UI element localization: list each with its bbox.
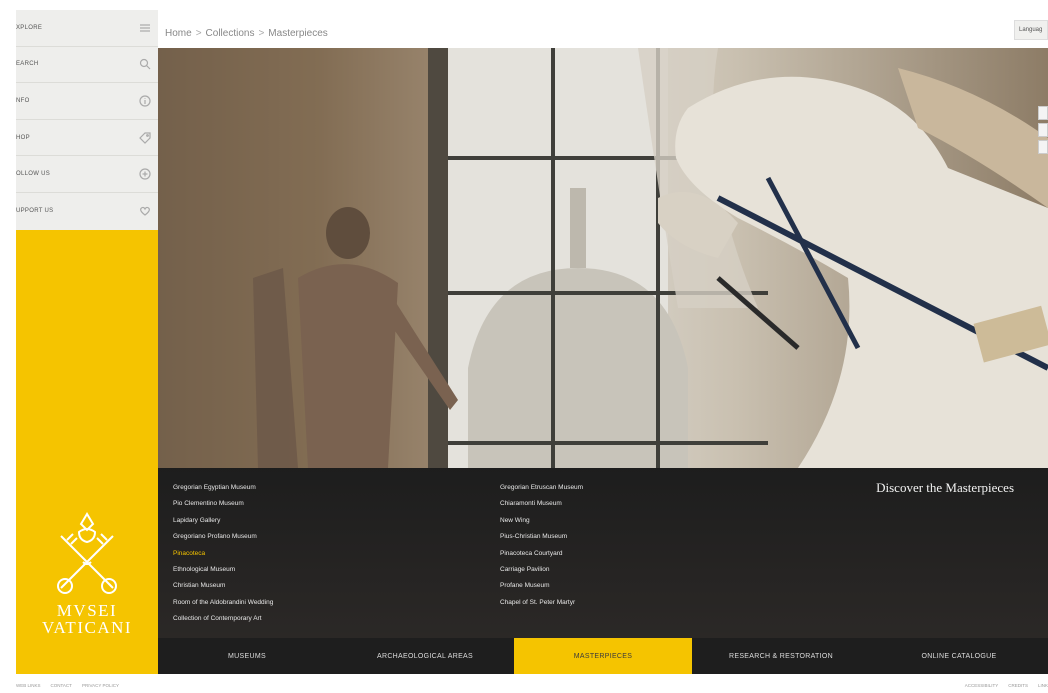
hero-illustration <box>158 48 1048 468</box>
collection-link[interactable]: Chiaramonti Museum <box>500 496 583 512</box>
tag-icon <box>138 131 152 145</box>
logo-text-line2: VATICANI <box>41 618 133 637</box>
footer-link[interactable]: WEB LINKS <box>16 683 41 688</box>
tab-masterpieces[interactable]: MASTERPIECES <box>514 638 692 674</box>
footer-link[interactable]: CONTACT <box>51 683 72 688</box>
breadcrumb: Home > Collections > Masterpieces <box>165 28 328 39</box>
sidebar-item-label: NFO <box>16 97 30 104</box>
info-icon <box>138 94 152 108</box>
fullscreen-button[interactable] <box>1038 140 1048 154</box>
plus-circle-icon <box>138 167 152 181</box>
menu-lines-icon <box>138 21 152 35</box>
collection-link[interactable]: Pius-Christian Museum <box>500 529 583 545</box>
footer-links-right: ACCESSIBILITY CREDITS LINK <box>965 683 1048 688</box>
heart-icon <box>138 204 152 218</box>
crossed-keys-icon <box>57 512 117 594</box>
footer-link[interactable]: LINK <box>1038 683 1048 688</box>
footer-links-left: WEB LINKS CONTACT PRIVACY POLICY <box>16 683 119 688</box>
logo-text-line1: MVSEI <box>56 601 118 620</box>
collection-link[interactable]: Gregoriano Profano Museum <box>173 529 273 545</box>
sidebar-item-search[interactable]: EARCH <box>16 47 158 84</box>
sidebar-item-label: XPLORE <box>16 24 43 31</box>
bottom-nav: MUSEUMS ARCHAEOLOGICAL AREAS MASTERPIECE… <box>158 638 1048 674</box>
collection-link[interactable]: Chapel of St. Peter Martyr <box>500 595 583 611</box>
image-controls <box>1038 106 1048 157</box>
collection-link[interactable]: Collection of Contemporary Art <box>173 611 273 627</box>
language-selector[interactable]: Languag <box>1014 20 1048 40</box>
sidebar-item-explore[interactable]: XPLORE <box>16 10 158 47</box>
sidebar: XPLORE EARCH NFO HOP OLLOW US UPPORT US … <box>16 10 158 674</box>
collection-link[interactable]: Gregorian Egyptian Museum <box>173 480 273 496</box>
sidebar-item-support-us[interactable]: UPPORT US <box>16 193 158 230</box>
footer-link[interactable]: PRIVACY POLICY <box>82 683 119 688</box>
sidebar-item-label: UPPORT US <box>16 208 54 215</box>
sidebar-item-shop[interactable]: HOP <box>16 120 158 157</box>
hero-image <box>158 48 1048 468</box>
panel-title: Discover the Masterpieces <box>876 480 1014 495</box>
breadcrumb-separator: > <box>195 28 202 39</box>
sidebar-item-label: EARCH <box>16 61 39 68</box>
footer-link[interactable]: CREDITS <box>1008 683 1028 688</box>
tab-online-catalogue[interactable]: ONLINE CATALOGUE <box>870 638 1048 674</box>
collection-link[interactable]: New Wing <box>500 513 583 529</box>
zoom-in-button[interactable] <box>1038 106 1048 120</box>
collection-link[interactable]: Lapidary Gallery <box>173 513 273 529</box>
collections-list-right: Gregorian Etruscan Museum Chiaramonti Mu… <box>500 480 583 611</box>
collections-list-left: Gregorian Egyptian Museum Pio Clementino… <box>173 480 273 628</box>
breadcrumb-separator: > <box>258 28 265 39</box>
breadcrumb-collections[interactable]: Collections <box>206 28 255 39</box>
search-icon <box>138 57 152 71</box>
collection-link[interactable]: Pio Clementino Museum <box>173 496 273 512</box>
breadcrumb-masterpieces: Masterpieces <box>268 28 328 39</box>
tab-museums[interactable]: MUSEUMS <box>158 638 336 674</box>
collection-link[interactable]: Carriage Pavilion <box>500 562 583 578</box>
sidebar-item-label: HOP <box>16 134 30 141</box>
collection-link[interactable]: Room of the Aldobrandini Wedding <box>173 595 273 611</box>
sidebar-item-follow-us[interactable]: OLLOW US <box>16 156 158 193</box>
sidebar-item-info[interactable]: NFO <box>16 83 158 120</box>
zoom-out-button[interactable] <box>1038 123 1048 137</box>
collection-link[interactable]: Profane Museum <box>500 578 583 594</box>
collection-link[interactable]: Christian Museum <box>173 578 273 594</box>
tab-research-restoration[interactable]: RESEARCH & RESTORATION <box>692 638 870 674</box>
breadcrumb-home[interactable]: Home <box>165 28 192 39</box>
collections-panel: Gregorian Egyptian Museum Pio Clementino… <box>158 468 1048 638</box>
tab-archaeological-areas[interactable]: ARCHAEOLOGICAL AREAS <box>336 638 514 674</box>
museum-logo[interactable]: MVSEI VATICANI <box>16 510 158 636</box>
collection-link[interactable]: Pinacoteca Courtyard <box>500 546 583 562</box>
sidebar-brand-panel: MVSEI VATICANI <box>16 230 158 674</box>
collection-link-active[interactable]: Pinacoteca <box>173 546 273 562</box>
sidebar-menu: XPLORE EARCH NFO HOP OLLOW US UPPORT US <box>16 10 158 230</box>
footer-link[interactable]: ACCESSIBILITY <box>965 683 999 688</box>
sidebar-item-label: OLLOW US <box>16 171 51 178</box>
collection-link[interactable]: Ethnological Museum <box>173 562 273 578</box>
collection-link[interactable]: Gregorian Etruscan Museum <box>500 480 583 496</box>
